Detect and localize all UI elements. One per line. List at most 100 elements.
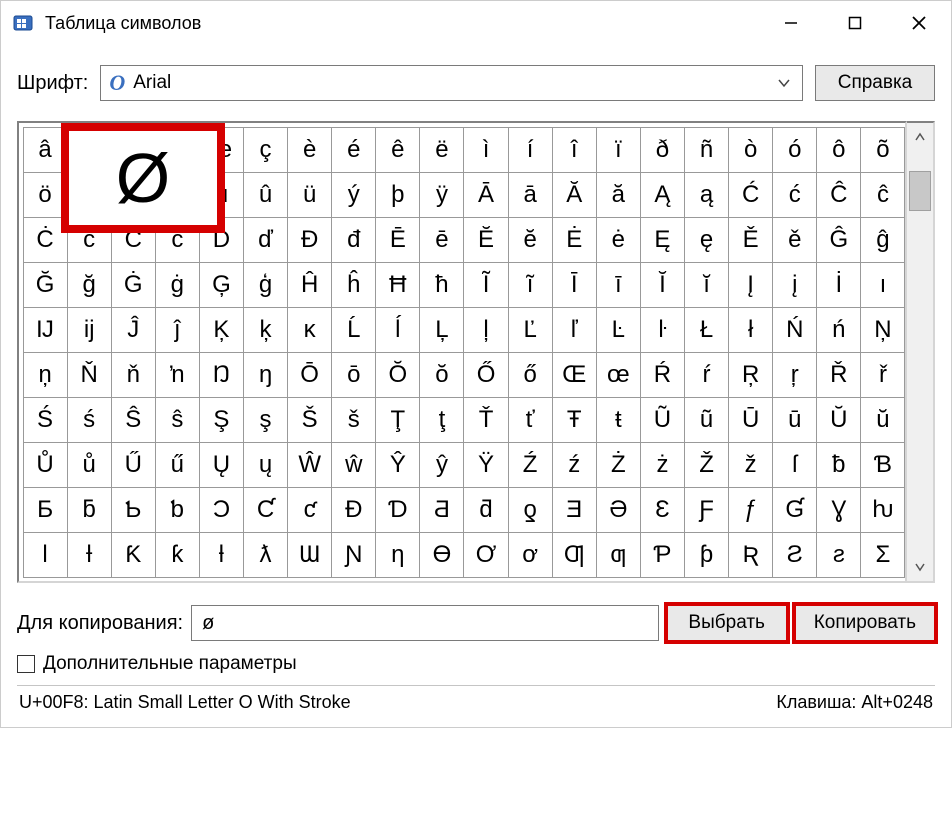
char-cell[interactable]: Ƨ xyxy=(772,532,817,578)
char-cell[interactable]: ņ xyxy=(23,352,68,398)
char-cell[interactable]: Ƈ xyxy=(243,487,288,533)
char-cell[interactable]: ĝ xyxy=(860,217,905,263)
char-cell[interactable]: Ʀ xyxy=(728,532,773,578)
char-cell[interactable]: è xyxy=(287,127,332,173)
char-cell[interactable]: ŀ xyxy=(640,307,685,353)
char-cell[interactable]: ŋ xyxy=(243,352,288,398)
char-cell[interactable]: Đ xyxy=(287,217,332,263)
char-cell[interactable]: Ŭ xyxy=(816,397,861,443)
char-cell[interactable]: ż xyxy=(640,442,685,488)
char-cell[interactable]: ĵ xyxy=(155,307,200,353)
char-cell[interactable]: Ǝ xyxy=(552,487,597,533)
char-cell[interactable]: ƞ xyxy=(375,532,420,578)
scroll-track[interactable] xyxy=(907,151,933,553)
maximize-button[interactable] xyxy=(823,1,887,45)
char-cell[interactable]: Ɩ xyxy=(23,532,68,578)
char-cell[interactable]: ž xyxy=(728,442,773,488)
char-cell[interactable]: ň xyxy=(111,352,156,398)
char-cell[interactable]: ŏ xyxy=(419,352,464,398)
char-cell[interactable]: ď xyxy=(243,217,288,263)
char-cell[interactable]: Ɨ xyxy=(67,532,112,578)
char-cell[interactable]: ũ xyxy=(684,397,729,443)
char-cell[interactable]: ı xyxy=(860,262,905,308)
char-cell[interactable]: Ĕ xyxy=(463,217,508,263)
char-cell[interactable]: û xyxy=(243,172,288,218)
char-cell[interactable]: ƅ xyxy=(155,487,200,533)
char-cell[interactable]: î xyxy=(552,127,597,173)
char-cell[interactable]: Ź xyxy=(508,442,553,488)
char-cell[interactable]: ŭ xyxy=(860,397,905,443)
char-cell[interactable]: Ā xyxy=(463,172,508,218)
char-cell[interactable]: ć xyxy=(772,172,817,218)
char-cell[interactable]: ƣ xyxy=(596,532,641,578)
char-cell[interactable]: Ğ xyxy=(23,262,68,308)
char-cell[interactable]: Ŧ xyxy=(552,397,597,443)
char-cell[interactable]: Ř xyxy=(816,352,861,398)
char-cell[interactable]: ė xyxy=(596,217,641,263)
char-cell[interactable]: ĥ xyxy=(331,262,376,308)
char-cell[interactable]: ĭ xyxy=(684,262,729,308)
help-button[interactable]: Справка xyxy=(815,65,935,101)
char-cell[interactable]: į xyxy=(772,262,817,308)
char-cell[interactable]: ƥ xyxy=(684,532,729,578)
copy-input[interactable]: ø xyxy=(191,605,659,641)
char-cell[interactable]: ŗ xyxy=(772,352,817,398)
char-cell[interactable]: Į xyxy=(728,262,773,308)
char-cell[interactable]: Œ xyxy=(552,352,597,398)
char-cell[interactable]: Ĝ xyxy=(816,217,861,263)
char-cell[interactable]: Ī xyxy=(552,262,597,308)
char-cell[interactable]: Ģ xyxy=(199,262,244,308)
char-cell[interactable]: ī xyxy=(596,262,641,308)
char-cell[interactable]: ñ xyxy=(684,127,729,173)
char-cell[interactable]: ź xyxy=(552,442,597,488)
char-cell[interactable]: Ņ xyxy=(860,307,905,353)
char-cell[interactable]: ŧ xyxy=(596,397,641,443)
char-cell[interactable]: Ĳ xyxy=(23,307,68,353)
char-cell[interactable]: ĉ xyxy=(860,172,905,218)
char-cell[interactable]: ƈ xyxy=(287,487,332,533)
char-cell[interactable]: ģ xyxy=(243,262,288,308)
char-cell[interactable]: ļ xyxy=(463,307,508,353)
char-cell[interactable]: ħ xyxy=(419,262,464,308)
char-cell[interactable]: Ų xyxy=(199,442,244,488)
char-cell[interactable]: ě xyxy=(772,217,817,263)
scroll-up-icon[interactable] xyxy=(907,123,933,151)
char-cell[interactable]: Ţ xyxy=(375,397,420,443)
char-cell[interactable]: ų xyxy=(243,442,288,488)
char-cell[interactable]: ł xyxy=(728,307,773,353)
char-cell[interactable]: ā xyxy=(508,172,553,218)
char-cell[interactable]: ŵ xyxy=(331,442,376,488)
char-cell[interactable]: Ħ xyxy=(375,262,420,308)
char-cell[interactable]: ü xyxy=(287,172,332,218)
char-cell[interactable]: ƚ xyxy=(199,532,244,578)
char-cell[interactable]: Ē xyxy=(375,217,420,263)
char-cell[interactable]: ƍ xyxy=(508,487,553,533)
char-cell[interactable]: ƒ xyxy=(728,487,773,533)
char-cell[interactable]: Ÿ xyxy=(463,442,508,488)
char-cell[interactable]: ƛ xyxy=(243,532,288,578)
char-cell[interactable]: ŝ xyxy=(155,397,200,443)
char-cell[interactable]: Ş xyxy=(199,397,244,443)
char-cell[interactable]: Š xyxy=(287,397,332,443)
char-cell[interactable]: Ě xyxy=(728,217,773,263)
char-cell[interactable]: ŕ xyxy=(684,352,729,398)
char-cell[interactable]: Ů xyxy=(23,442,68,488)
char-cell[interactable]: Ŕ xyxy=(640,352,685,398)
char-cell[interactable]: ƙ xyxy=(155,532,200,578)
close-button[interactable] xyxy=(887,1,951,45)
char-cell[interactable]: Ɠ xyxy=(772,487,817,533)
char-cell[interactable]: đ xyxy=(331,217,376,263)
char-cell[interactable]: Ń xyxy=(772,307,817,353)
char-cell[interactable]: Ƃ xyxy=(23,487,68,533)
char-cell[interactable]: ĳ xyxy=(67,307,112,353)
char-cell[interactable]: ô xyxy=(816,127,861,173)
char-cell[interactable]: Ŵ xyxy=(287,442,332,488)
char-cell[interactable]: ÿ xyxy=(419,172,464,218)
char-cell[interactable]: ű xyxy=(155,442,200,488)
char-cell[interactable]: ê xyxy=(375,127,420,173)
char-cell[interactable]: ð xyxy=(640,127,685,173)
char-cell[interactable]: Ŝ xyxy=(111,397,156,443)
char-cell[interactable]: Ĺ xyxy=(331,307,376,353)
char-cell[interactable]: ą xyxy=(684,172,729,218)
select-button[interactable]: Выбрать xyxy=(667,605,787,641)
